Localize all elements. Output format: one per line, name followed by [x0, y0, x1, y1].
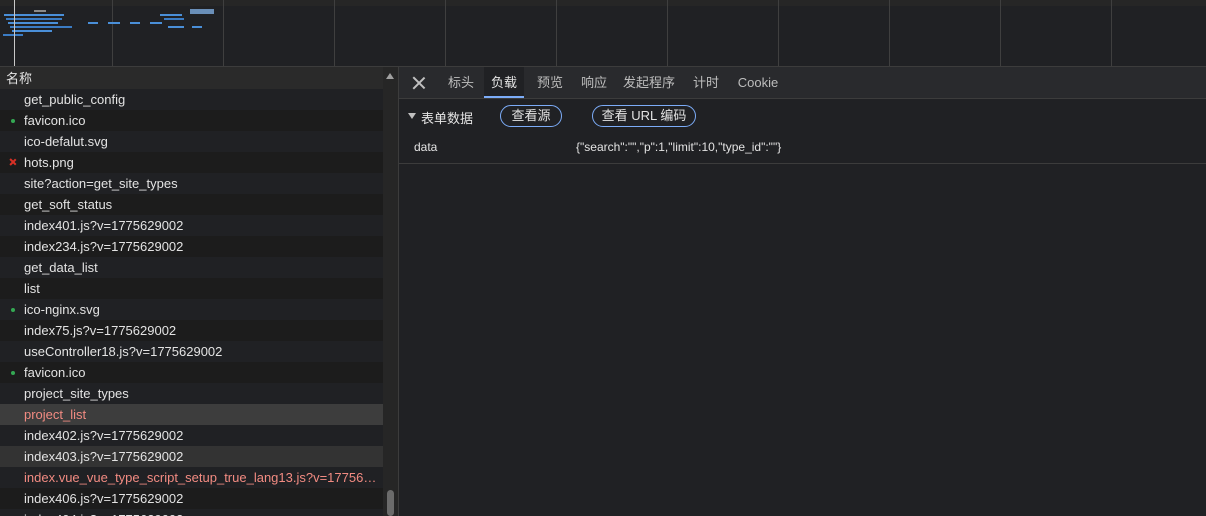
- overview-request-bar: [192, 26, 202, 28]
- request-row[interactable]: get_data_list: [0, 257, 383, 278]
- form-data-section-header[interactable]: 表单数据 查看源 查看 URL 编码: [399, 99, 1206, 133]
- request-name: project_site_types: [24, 386, 129, 401]
- view-url-encoded-button[interactable]: 查看 URL 编码: [592, 105, 696, 127]
- request-detail-panel: 标头 负载 预览 响应 发起程序 计时 Cookie 表单数据 查看源 查看 U…: [399, 67, 1206, 516]
- request-row[interactable]: favicon.ico: [0, 362, 383, 383]
- network-overview-timeline[interactable]: [0, 0, 1206, 67]
- tab-response[interactable]: 响应: [574, 67, 614, 98]
- request-name: favicon.ico: [24, 113, 86, 128]
- overview-gridline: [1000, 0, 1001, 66]
- request-row[interactable]: index404.js?v=1775629002: [0, 509, 383, 516]
- request-row[interactable]: index403.js?v=1775629002: [0, 446, 383, 467]
- overview-request-bar: [150, 22, 162, 24]
- request-name: project_list: [24, 407, 87, 422]
- form-data-key: data: [414, 140, 438, 154]
- overview-gridline: [445, 0, 446, 66]
- overview-gridline: [334, 0, 335, 66]
- overview-request-bar: [168, 26, 184, 28]
- overview-gridline: [556, 0, 557, 66]
- request-row[interactable]: site?action=get_site_types: [0, 173, 383, 194]
- request-name: hots.png: [24, 155, 74, 170]
- request-name: get_data_list: [24, 260, 98, 275]
- request-row[interactable]: index234.js?v=1775629002: [0, 236, 383, 257]
- overview-gridline: [223, 0, 224, 66]
- request-name: ico-nginx.svg: [24, 302, 100, 317]
- request-row[interactable]: get_public_config: [0, 89, 383, 110]
- status-dot-icon: [11, 119, 15, 123]
- request-row[interactable]: index401.js?v=1775629002: [0, 215, 383, 236]
- request-name: index75.js?v=1775629002: [24, 323, 177, 338]
- overview-gridline: [889, 0, 890, 66]
- overview-time-cursor[interactable]: [14, 0, 15, 66]
- form-data-value[interactable]: {"search":"","p":1,"limit":10,"type_id":…: [576, 140, 781, 154]
- tab-payload[interactable]: 负载: [484, 67, 524, 98]
- request-row[interactable]: index402.js?v=1775629002: [0, 425, 383, 446]
- request-name: index403.js?v=1775629002: [24, 449, 184, 464]
- request-list-panel: 名称 get_public_config favicon.ico ico-defal…: [0, 67, 399, 516]
- tab-preview[interactable]: 预览: [530, 67, 570, 98]
- overview-request-bar: [3, 34, 23, 36]
- overview-request-bar: [10, 26, 72, 28]
- form-data-title: 表单数据: [421, 111, 474, 126]
- request-name: index234.js?v=1775629002: [24, 239, 184, 254]
- request-rows: get_public_config favicon.ico ico-defalut.…: [0, 89, 383, 516]
- scrollbar-thumb[interactable]: [387, 490, 394, 516]
- request-row[interactable]: list: [0, 278, 383, 299]
- request-name: list: [24, 281, 40, 296]
- request-row[interactable]: favicon.ico: [0, 110, 383, 131]
- request-row[interactable]: ico-defalut.svg: [0, 131, 383, 152]
- overview-request-bar: [108, 22, 120, 24]
- request-name: index406.js?v=1775629002: [24, 491, 184, 506]
- overview-request-bar: [12, 30, 52, 32]
- request-row[interactable]: index406.js?v=1775629002: [0, 488, 383, 509]
- overview-request-bar: [8, 22, 58, 24]
- tab-cookies[interactable]: Cookie: [733, 67, 783, 98]
- error-icon: [9, 158, 16, 165]
- status-dot-icon: [11, 371, 15, 375]
- overview-gridline: [778, 0, 779, 66]
- request-row[interactable]: project_list: [0, 404, 383, 425]
- request-row[interactable]: get_soft_status: [0, 194, 383, 215]
- triangle-down-icon[interactable]: [408, 113, 416, 119]
- request-name: get_soft_status: [24, 197, 113, 212]
- name-column-header[interactable]: 名称: [0, 67, 383, 91]
- request-name: useController18.js?v=1775629002: [24, 344, 223, 359]
- detail-tab-bar: 标头 负载 预览 响应 发起程序 计时 Cookie: [399, 67, 1206, 99]
- request-row[interactable]: hots.png: [0, 152, 383, 173]
- request-row[interactable]: index.vue_vue_type_script_setup_true_lan…: [0, 467, 383, 488]
- tab-initiator[interactable]: 发起程序: [619, 67, 679, 98]
- scroll-up-arrow-icon[interactable]: [386, 73, 394, 79]
- overview-gridline: [112, 0, 113, 66]
- request-name: ico-defalut.svg: [24, 134, 108, 149]
- overview-request-bar: [130, 22, 140, 24]
- overview-request-bar: [160, 14, 182, 16]
- view-source-button[interactable]: 查看源: [500, 105, 562, 127]
- overview-gridline: [1111, 0, 1112, 66]
- request-name: site?action=get_site_types: [24, 176, 178, 191]
- request-list-scrollbar[interactable]: [383, 67, 398, 516]
- request-name: index404.js?v=1775629002: [24, 512, 183, 516]
- request-name: index.vue_vue_type_script_setup_true_lan…: [24, 470, 383, 485]
- overview-top-band: [0, 0, 1206, 6]
- request-row[interactable]: useController18.js?v=1775629002: [0, 341, 383, 362]
- request-name: favicon.ico: [24, 365, 86, 380]
- overview-gridline: [667, 0, 668, 66]
- request-row[interactable]: project_site_types: [0, 383, 383, 404]
- request-row[interactable]: ico-nginx.svg: [0, 299, 383, 320]
- tab-headers[interactable]: 标头: [441, 67, 481, 98]
- request-row[interactable]: index75.js?v=1775629002: [0, 320, 383, 341]
- request-name: get_public_config: [24, 92, 126, 107]
- close-icon[interactable]: [411, 75, 427, 91]
- overview-request-bar: [164, 18, 184, 20]
- request-name: index401.js?v=1775629002: [24, 218, 184, 233]
- overview-request-bar: [4, 14, 64, 16]
- request-name: index402.js?v=1775629002: [24, 428, 184, 443]
- overview-request-bar: [34, 10, 46, 12]
- overview-request-bar: [190, 9, 214, 14]
- tab-timing[interactable]: 计时: [686, 67, 726, 98]
- status-dot-icon: [11, 308, 15, 312]
- form-data-field-row: data {"search":"","p":1,"limit":10,"type…: [399, 133, 1206, 164]
- overview-request-bar: [88, 22, 98, 24]
